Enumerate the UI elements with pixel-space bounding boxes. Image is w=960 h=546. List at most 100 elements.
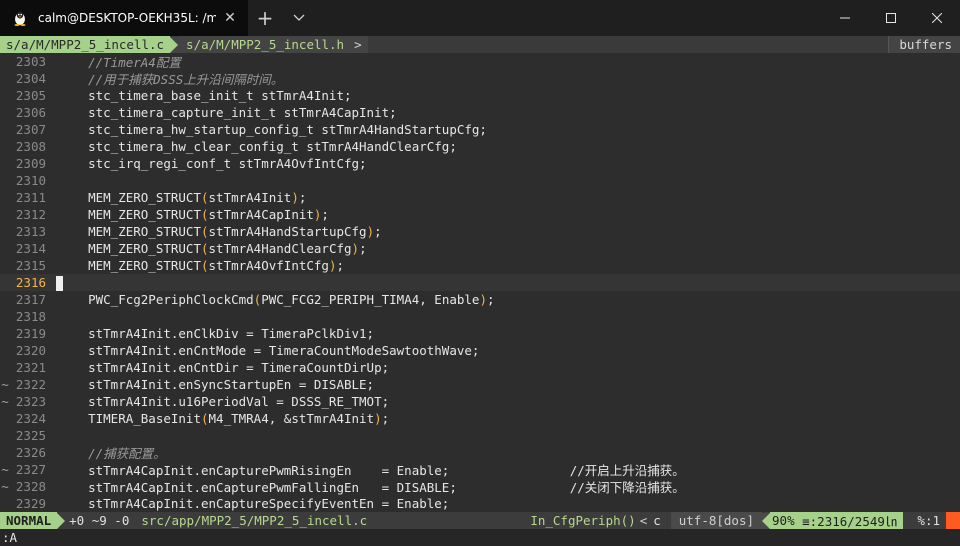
line-text: stc_timera_hw_clear_config_t stTmrA4Hand…: [58, 139, 457, 154]
code-line[interactable]: 2310: [0, 172, 960, 189]
code-line[interactable]: ~2322 stTmrA4Init.enSyncStartupEn = DISA…: [0, 376, 960, 393]
code-line[interactable]: 2326 //捕获配置。: [0, 444, 960, 461]
code-line[interactable]: 2312 MEM_ZERO_STRUCT(stTmrA4CapInit);: [0, 206, 960, 223]
minimize-icon: [840, 17, 850, 19]
status-line: NORMAL +0 ~9 -0 src/app/MPP2_5/MPP2_5_in…: [0, 512, 960, 529]
line-number: 2306: [15, 105, 46, 120]
git-sign: ~: [1, 394, 9, 409]
line-text: stTmrA4Init.enClkDiv = TimeraPclkDiv1;: [58, 326, 375, 341]
editor-area[interactable]: 2303 //TimerA4配置 2304 //用于捕获DSSS上升沿间隔时间。 2…: [0, 53, 960, 512]
line-number: 2314: [15, 241, 46, 256]
close-tab-icon[interactable]: ✕: [216, 4, 244, 32]
buffer-chevron-icon: >: [348, 36, 368, 53]
code-line[interactable]: 2324 TIMERA_BaseInit(M4_TMRA4, &stTmrA4I…: [0, 410, 960, 427]
terminal-tab[interactable]: calm@DESKTOP-OEKH35L: /mn ✕: [0, 0, 248, 36]
chevron-down-icon: [293, 14, 305, 21]
code-line[interactable]: 2320 stTmrA4Init.enCntMode = TimeraCount…: [0, 342, 960, 359]
buffer-tab-active[interactable]: s/a/M/MPP2_5_incell.c: [0, 36, 171, 53]
line-text: stc_timera_capture_init_t stTmrA4CapInit…: [58, 105, 397, 120]
line-number: 2305: [15, 88, 46, 103]
line-number: 2313: [15, 224, 46, 239]
line-text: [48, 275, 960, 291]
scroll-percent: 90%: [772, 513, 795, 528]
line-number: 2327: [15, 462, 46, 477]
line-number: 2325: [15, 428, 46, 443]
line-number: 2316: [15, 275, 46, 290]
line-number: 2307: [15, 122, 46, 137]
code-line[interactable]: 2307 stc_timera_hw_startup_config_t stTm…: [0, 121, 960, 138]
cursor-position: 90% ≡:2316/2549㏑: [770, 512, 904, 529]
code-line[interactable]: 2318: [0, 308, 960, 325]
line-text: MEM_ZERO_STRUCT(stTmrA4CapInit);: [58, 207, 329, 222]
code-line[interactable]: ~2323 stTmrA4Init.u16PeriodVal = DSSS_RE…: [0, 393, 960, 410]
line-text: MEM_ZERO_STRUCT(stTmrA4HandClearCfg);: [58, 241, 367, 256]
line-text: stTmrA4Init.enSyncStartupEn = DISABLE;: [58, 377, 375, 392]
tab-dropdown-button[interactable]: [282, 0, 316, 36]
file-type: c: [653, 513, 661, 528]
line-number: 2309: [15, 156, 46, 171]
line-number: 2317: [15, 292, 46, 307]
file-encoding: utf-8[dos]: [670, 512, 763, 529]
line-number: 2315: [15, 258, 46, 273]
code-line[interactable]: 2303 //TimerA4配置: [0, 53, 960, 70]
line-number: 2310: [15, 173, 46, 188]
line-number: 2311: [15, 190, 46, 205]
line-number: 2321: [15, 360, 46, 375]
line-number: 2312: [15, 207, 46, 222]
buffer-tab-inactive[interactable]: s/a/M/MPP2_5_incell.h: [178, 36, 349, 53]
line-text: //用于捕获DSSS上升沿间隔时间。: [58, 72, 284, 87]
git-hunks: +0 ~9 -0: [65, 512, 140, 529]
line-number: 2323: [15, 394, 46, 409]
line-number: 2329: [15, 496, 46, 511]
code-line[interactable]: 2311 MEM_ZERO_STRUCT(stTmrA4Init);: [0, 189, 960, 206]
code-line[interactable]: 2309 stc_irq_regi_conf_t stTmrA4OvfIntCf…: [0, 155, 960, 172]
new-tab-button[interactable]: +: [248, 0, 282, 36]
line-text: MEM_ZERO_STRUCT(stTmrA4Init);: [58, 190, 307, 205]
line-text: stTmrA4Init.u16PeriodVal = DSSS_RE_TMOT;: [58, 394, 390, 409]
code-line[interactable]: ~2328 stTmrA4CapInit.enCapturePwmFalling…: [0, 478, 960, 495]
buffers-label: buffers: [888, 36, 960, 53]
code-line[interactable]: 2306 stc_timera_capture_init_t stTmrA4Ca…: [0, 104, 960, 121]
code-line[interactable]: ~2327 stTmrA4CapInit.enCapturePwmRisingE…: [0, 461, 960, 478]
line-text: stTmrA4CapInit.enCapturePwmFallingEn = D…: [58, 480, 685, 495]
line-text: PWC_Fcg2PeriphClockCmd(PWC_FCG2_PERIPH_T…: [58, 292, 495, 307]
code-line[interactable]: 2315 MEM_ZERO_STRUCT(stTmrA4OvfIntCfg);: [0, 257, 960, 274]
title-bar-drag-area[interactable]: [316, 0, 822, 36]
tab-title: calm@DESKTOP-OEKH35L: /mn: [38, 11, 216, 25]
text-cursor: [56, 275, 63, 291]
buffer-line-fill: [367, 36, 889, 53]
line-text: MEM_ZERO_STRUCT(stTmrA4OvfIntCfg);: [58, 258, 345, 273]
line-number: 2326: [15, 445, 46, 460]
powerline-separator: [170, 36, 179, 53]
powerline-separator: [57, 512, 66, 529]
code-line[interactable]: 2316: [0, 274, 960, 291]
line-text: stTmrA4Init.enCntDir = TimeraCountDirUp;: [58, 360, 390, 375]
column-position: %:1: [917, 513, 940, 528]
line-number: 2328: [15, 479, 46, 494]
line-number: 2318: [15, 309, 46, 324]
maximize-button[interactable]: [868, 0, 914, 36]
code-line[interactable]: 2308 stc_timera_hw_clear_config_t stTmrA…: [0, 138, 960, 155]
close-window-button[interactable]: [914, 0, 960, 36]
code-line[interactable]: 2329 stTmrA4CapInit.enCaptureSpecifyEven…: [0, 495, 960, 512]
code-line[interactable]: 2313 MEM_ZERO_STRUCT(stTmrA4HandStartupC…: [0, 223, 960, 240]
code-line[interactable]: 2305 stc_timera_base_init_t stTmrA4Init;: [0, 87, 960, 104]
line-text: stc_timera_base_init_t stTmrA4Init;: [58, 88, 352, 103]
buffer-line: s/a/M/MPP2_5_incell.c s/a/M/MPP2_5_incel…: [0, 36, 960, 53]
code-line[interactable]: 2325: [0, 427, 960, 444]
powerline-separator: [762, 512, 771, 529]
line-position: ≡:2316/2549㏑: [802, 514, 898, 529]
linux-penguin-icon: [12, 10, 28, 26]
code-line[interactable]: 2319 stTmrA4Init.enClkDiv = TimeraPclkDi…: [0, 325, 960, 342]
maximize-icon: [886, 13, 896, 23]
close-icon: [932, 13, 942, 23]
code-line[interactable]: 2321 stTmrA4Init.enCntDir = TimeraCountD…: [0, 359, 960, 376]
warning-indicator: [946, 512, 960, 529]
code-line[interactable]: 2314 MEM_ZERO_STRUCT(stTmrA4HandClearCfg…: [0, 240, 960, 257]
command-line[interactable]: :A: [0, 529, 960, 546]
code-line[interactable]: 2317 PWC_Fcg2PeriphClockCmd(PWC_FCG2_PER…: [0, 291, 960, 308]
code-line[interactable]: 2304 //用于捕获DSSS上升沿间隔时间。: [0, 70, 960, 87]
git-sign: ~: [1, 462, 9, 477]
minimize-button[interactable]: [822, 0, 868, 36]
line-number: 2308: [15, 139, 46, 154]
